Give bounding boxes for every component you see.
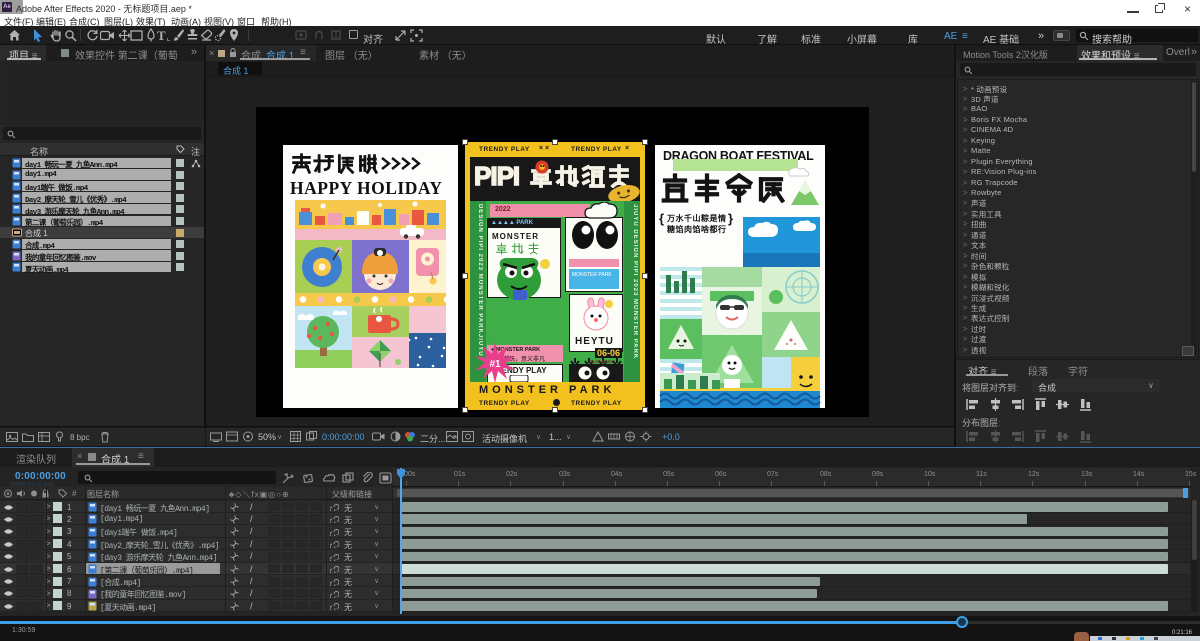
svg-text:#1: #1: [489, 359, 501, 370]
